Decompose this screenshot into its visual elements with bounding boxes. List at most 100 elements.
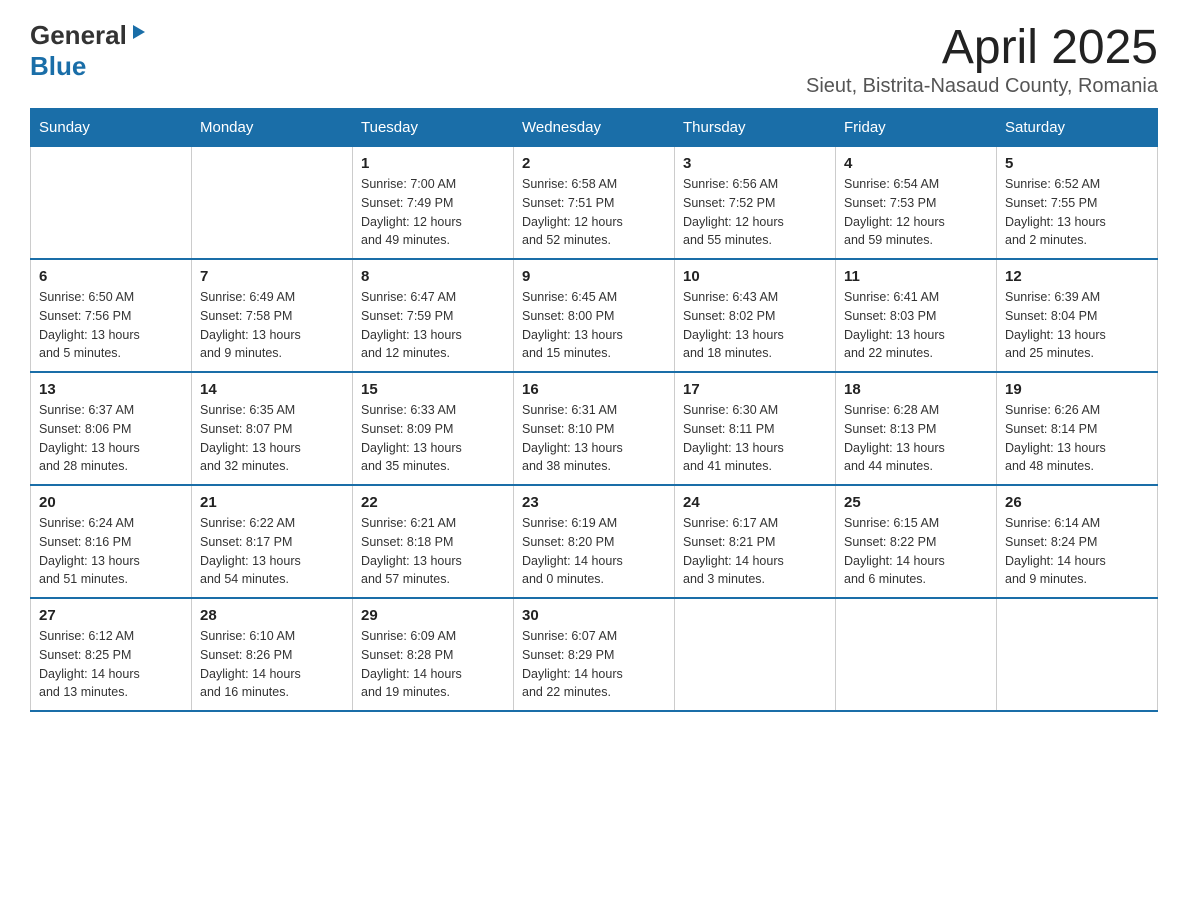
- calendar-cell: 8 Sunrise: 6:47 AMSunset: 7:59 PMDaylight…: [353, 259, 514, 372]
- day-info: Sunrise: 6:47 AMSunset: 7:59 PMDaylight:…: [361, 288, 505, 363]
- day-info: Sunrise: 6:21 AMSunset: 8:18 PMDaylight:…: [361, 514, 505, 589]
- calendar-cell: 9 Sunrise: 6:45 AMSunset: 8:00 PMDaylight…: [514, 259, 675, 372]
- title-block: April 2025 Sieut, Bistrita-Nasaud County…: [806, 20, 1158, 98]
- calendar-day-header: Saturday: [997, 109, 1158, 147]
- day-number: 1: [361, 155, 505, 172]
- calendar-day-header: Sunday: [31, 109, 192, 147]
- day-info: Sunrise: 6:43 AMSunset: 8:02 PMDaylight:…: [683, 288, 827, 363]
- calendar-cell: 30 Sunrise: 6:07 AMSunset: 8:29 PMDayligh…: [514, 598, 675, 711]
- page-subtitle: Sieut, Bistrita-Nasaud County, Romania: [806, 75, 1158, 98]
- day-number: 24: [683, 494, 827, 511]
- page-header: General Blue April 2025 Sieut, Bistrita-…: [30, 20, 1158, 98]
- calendar-cell: 12 Sunrise: 6:39 AMSunset: 8:04 PMDayligh…: [997, 259, 1158, 372]
- day-info: Sunrise: 6:37 AMSunset: 8:06 PMDaylight:…: [39, 401, 183, 476]
- day-number: 11: [844, 268, 988, 285]
- day-info: Sunrise: 6:49 AMSunset: 7:58 PMDaylight:…: [200, 288, 344, 363]
- logo-blue: Blue: [30, 51, 86, 81]
- day-info: Sunrise: 6:52 AMSunset: 7:55 PMDaylight:…: [1005, 175, 1149, 250]
- calendar-cell: 29 Sunrise: 6:09 AMSunset: 8:28 PMDayligh…: [353, 598, 514, 711]
- day-number: 5: [1005, 155, 1149, 172]
- calendar-day-header: Friday: [836, 109, 997, 147]
- day-info: Sunrise: 6:07 AMSunset: 8:29 PMDaylight:…: [522, 627, 666, 702]
- day-number: 15: [361, 381, 505, 398]
- day-info: Sunrise: 6:45 AMSunset: 8:00 PMDaylight:…: [522, 288, 666, 363]
- day-number: 9: [522, 268, 666, 285]
- day-number: 6: [39, 268, 183, 285]
- day-info: Sunrise: 6:09 AMSunset: 8:28 PMDaylight:…: [361, 627, 505, 702]
- calendar-cell: 20 Sunrise: 6:24 AMSunset: 8:16 PMDayligh…: [31, 485, 192, 598]
- day-number: 14: [200, 381, 344, 398]
- day-info: Sunrise: 7:00 AMSunset: 7:49 PMDaylight:…: [361, 175, 505, 250]
- day-number: 17: [683, 381, 827, 398]
- day-info: Sunrise: 6:22 AMSunset: 8:17 PMDaylight:…: [200, 514, 344, 589]
- calendar-cell: [192, 147, 353, 260]
- day-info: Sunrise: 6:12 AMSunset: 8:25 PMDaylight:…: [39, 627, 183, 702]
- calendar-cell: 2 Sunrise: 6:58 AMSunset: 7:51 PMDaylight…: [514, 147, 675, 260]
- day-number: 7: [200, 268, 344, 285]
- calendar-header-row: SundayMondayTuesdayWednesdayThursdayFrid…: [31, 109, 1158, 147]
- day-info: Sunrise: 6:31 AMSunset: 8:10 PMDaylight:…: [522, 401, 666, 476]
- calendar-cell: 24 Sunrise: 6:17 AMSunset: 8:21 PMDayligh…: [675, 485, 836, 598]
- day-info: Sunrise: 6:39 AMSunset: 8:04 PMDaylight:…: [1005, 288, 1149, 363]
- day-number: 19: [1005, 381, 1149, 398]
- day-info: Sunrise: 6:33 AMSunset: 8:09 PMDaylight:…: [361, 401, 505, 476]
- calendar-cell: 16Sunrise: 6:31 AMSunset: 8:10 PMDayligh…: [514, 372, 675, 485]
- calendar-cell: 1 Sunrise: 7:00 AMSunset: 7:49 PMDaylight…: [353, 147, 514, 260]
- calendar-day-header: Monday: [192, 109, 353, 147]
- calendar-cell: 5 Sunrise: 6:52 AMSunset: 7:55 PMDaylight…: [997, 147, 1158, 260]
- day-number: 8: [361, 268, 505, 285]
- calendar-cell: 7 Sunrise: 6:49 AMSunset: 7:58 PMDaylight…: [192, 259, 353, 372]
- day-info: Sunrise: 6:35 AMSunset: 8:07 PMDaylight:…: [200, 401, 344, 476]
- calendar-cell: 3Sunrise: 6:56 AMSunset: 7:52 PMDaylight…: [675, 147, 836, 260]
- day-info: Sunrise: 6:41 AMSunset: 8:03 PMDaylight:…: [844, 288, 988, 363]
- calendar-cell: [675, 598, 836, 711]
- day-number: 18: [844, 381, 988, 398]
- day-info: Sunrise: 6:54 AMSunset: 7:53 PMDaylight:…: [844, 175, 988, 250]
- calendar-cell: 27Sunrise: 6:12 AMSunset: 8:25 PMDayligh…: [31, 598, 192, 711]
- day-number: 20: [39, 494, 183, 511]
- calendar-cell: 10 Sunrise: 6:43 AMSunset: 8:02 PMDayligh…: [675, 259, 836, 372]
- calendar-cell: 21 Sunrise: 6:22 AMSunset: 8:17 PMDayligh…: [192, 485, 353, 598]
- calendar-week-row: 20 Sunrise: 6:24 AMSunset: 8:16 PMDayligh…: [31, 485, 1158, 598]
- calendar-cell: 17 Sunrise: 6:30 AMSunset: 8:11 PMDayligh…: [675, 372, 836, 485]
- calendar-cell: 26 Sunrise: 6:14 AMSunset: 8:24 PMDayligh…: [997, 485, 1158, 598]
- day-number: 22: [361, 494, 505, 511]
- day-info: Sunrise: 6:30 AMSunset: 8:11 PMDaylight:…: [683, 401, 827, 476]
- calendar-cell: [836, 598, 997, 711]
- calendar-cell: [31, 147, 192, 260]
- day-info: Sunrise: 6:24 AMSunset: 8:16 PMDaylight:…: [39, 514, 183, 589]
- day-info: Sunrise: 6:50 AMSunset: 7:56 PMDaylight:…: [39, 288, 183, 363]
- calendar-cell: 13 Sunrise: 6:37 AMSunset: 8:06 PMDayligh…: [31, 372, 192, 485]
- logo-triangle-icon: [129, 23, 147, 46]
- calendar-table: SundayMondayTuesdayWednesdayThursdayFrid…: [30, 108, 1158, 712]
- calendar-cell: [997, 598, 1158, 711]
- day-info: Sunrise: 6:15 AMSunset: 8:22 PMDaylight:…: [844, 514, 988, 589]
- day-number: 23: [522, 494, 666, 511]
- logo-general: General: [30, 20, 127, 51]
- day-number: 13: [39, 381, 183, 398]
- day-info: Sunrise: 6:26 AMSunset: 8:14 PMDaylight:…: [1005, 401, 1149, 476]
- calendar-week-row: 1 Sunrise: 7:00 AMSunset: 7:49 PMDaylight…: [31, 147, 1158, 260]
- day-number: 25: [844, 494, 988, 511]
- day-number: 12: [1005, 268, 1149, 285]
- day-number: 26: [1005, 494, 1149, 511]
- calendar-day-header: Wednesday: [514, 109, 675, 147]
- day-info: Sunrise: 6:28 AMSunset: 8:13 PMDaylight:…: [844, 401, 988, 476]
- day-number: 28: [200, 607, 344, 624]
- page-title: April 2025: [806, 20, 1158, 75]
- calendar-cell: 25 Sunrise: 6:15 AMSunset: 8:22 PMDayligh…: [836, 485, 997, 598]
- calendar-day-header: Thursday: [675, 109, 836, 147]
- calendar-cell: 19 Sunrise: 6:26 AMSunset: 8:14 PMDayligh…: [997, 372, 1158, 485]
- calendar-week-row: 6 Sunrise: 6:50 AMSunset: 7:56 PMDaylight…: [31, 259, 1158, 372]
- day-number: 2: [522, 155, 666, 172]
- day-info: Sunrise: 6:17 AMSunset: 8:21 PMDaylight:…: [683, 514, 827, 589]
- calendar-cell: 6 Sunrise: 6:50 AMSunset: 7:56 PMDaylight…: [31, 259, 192, 372]
- calendar-week-row: 13 Sunrise: 6:37 AMSunset: 8:06 PMDayligh…: [31, 372, 1158, 485]
- day-number: 29: [361, 607, 505, 624]
- day-info: Sunrise: 6:14 AMSunset: 8:24 PMDaylight:…: [1005, 514, 1149, 589]
- day-info: Sunrise: 6:58 AMSunset: 7:51 PMDaylight:…: [522, 175, 666, 250]
- calendar-cell: 11 Sunrise: 6:41 AMSunset: 8:03 PMDayligh…: [836, 259, 997, 372]
- day-number: 10: [683, 268, 827, 285]
- day-number: 30: [522, 607, 666, 624]
- day-number: 21: [200, 494, 344, 511]
